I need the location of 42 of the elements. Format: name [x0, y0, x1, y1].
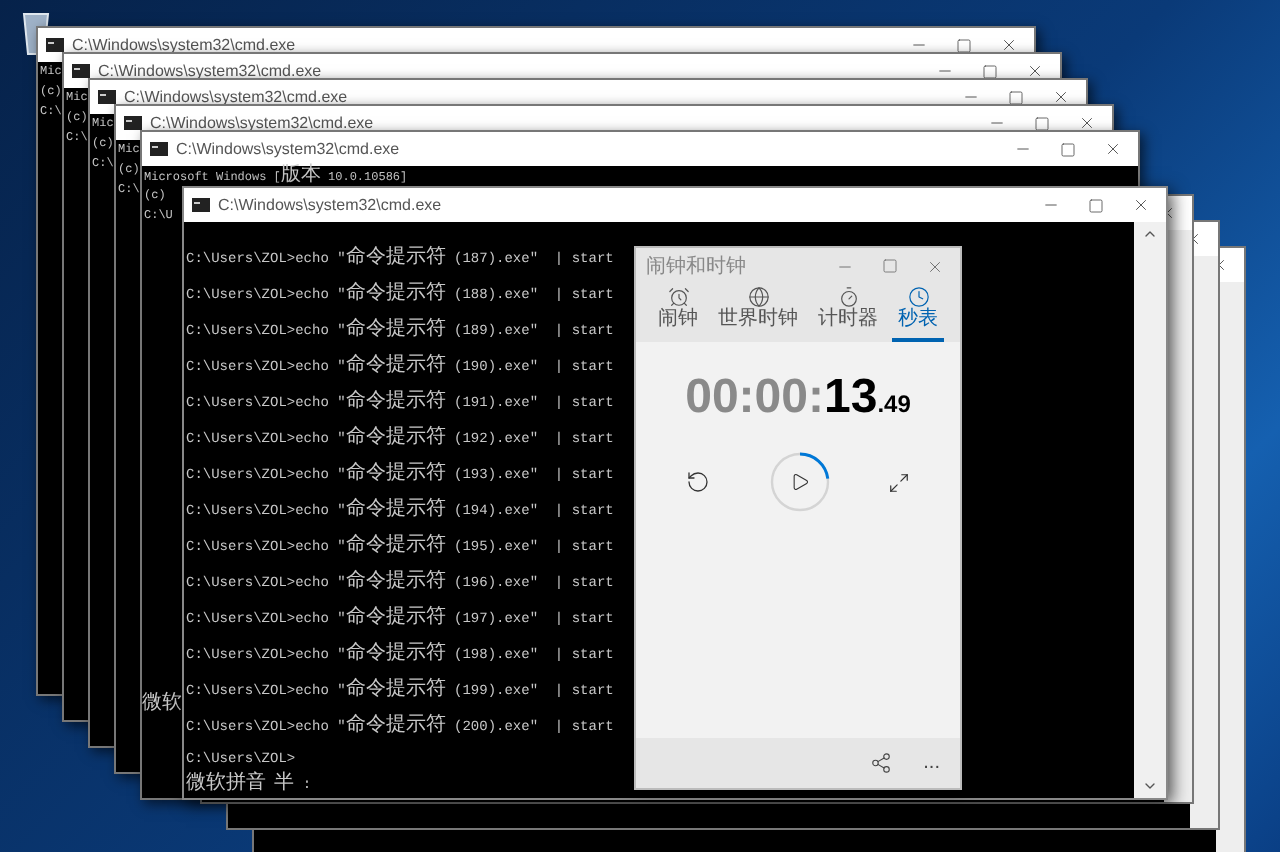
maximize-icon[interactable]: [1088, 197, 1104, 213]
close-icon[interactable]: [1026, 62, 1044, 80]
window-title: C:\Windows\system32\cmd.exe: [150, 111, 374, 135]
more-button[interactable]: ...: [923, 753, 940, 773]
console-icon: [46, 38, 64, 52]
close-icon[interactable]: [1052, 88, 1070, 106]
window-title: C:\Windows\system32\cmd.exe: [98, 59, 322, 83]
elapsed-seconds: 13: [823, 374, 878, 422]
close-icon[interactable]: [926, 257, 944, 275]
console-icon: [150, 142, 168, 156]
tab[interactable]: 闹钟: [652, 284, 704, 342]
tab[interactable]: 秒表: [892, 284, 944, 342]
elapsed-hours-minutes: 00:00:: [685, 374, 824, 422]
scroll-down-icon[interactable]: [1142, 778, 1158, 794]
close-icon[interactable]: [1000, 36, 1018, 54]
console-icon: [72, 64, 90, 78]
maximize-icon[interactable]: [882, 258, 898, 274]
close-icon[interactable]: [1104, 140, 1122, 158]
reset-icon[interactable]: [686, 470, 710, 494]
globe-icon: [747, 286, 769, 308]
timer-icon: [837, 286, 859, 308]
console-line: 微软: [142, 690, 182, 718]
window-title: 闹钟和时钟: [646, 253, 746, 281]
share-icon[interactable]: [869, 752, 892, 774]
window-title: C:\Windows\system32\cmd.exe: [72, 33, 296, 57]
close-icon[interactable]: [1132, 196, 1150, 214]
scrollbar[interactable]: [1134, 222, 1166, 798]
alarm-clock-icon: [667, 286, 689, 308]
scroll-up-icon[interactable]: [1142, 226, 1158, 242]
play-icon: [789, 472, 809, 492]
console-icon: [98, 90, 116, 104]
tab[interactable]: 计时器: [812, 284, 884, 342]
console-icon: [124, 116, 142, 130]
expand-icon[interactable]: [888, 471, 910, 493]
window-title: C:\Windows\system32\cmd.exe: [124, 85, 348, 109]
window-title: C:\Windows\system32\cmd.exe: [176, 137, 400, 161]
close-icon[interactable]: [1078, 114, 1096, 132]
console-icon: [192, 198, 210, 212]
stopwatch-icon: [907, 286, 929, 308]
tab[interactable]: 世界时钟: [712, 284, 804, 342]
window-title: C:\Windows\system32\cmd.exe: [218, 193, 442, 217]
elapsed-fraction: .49: [877, 392, 911, 416]
